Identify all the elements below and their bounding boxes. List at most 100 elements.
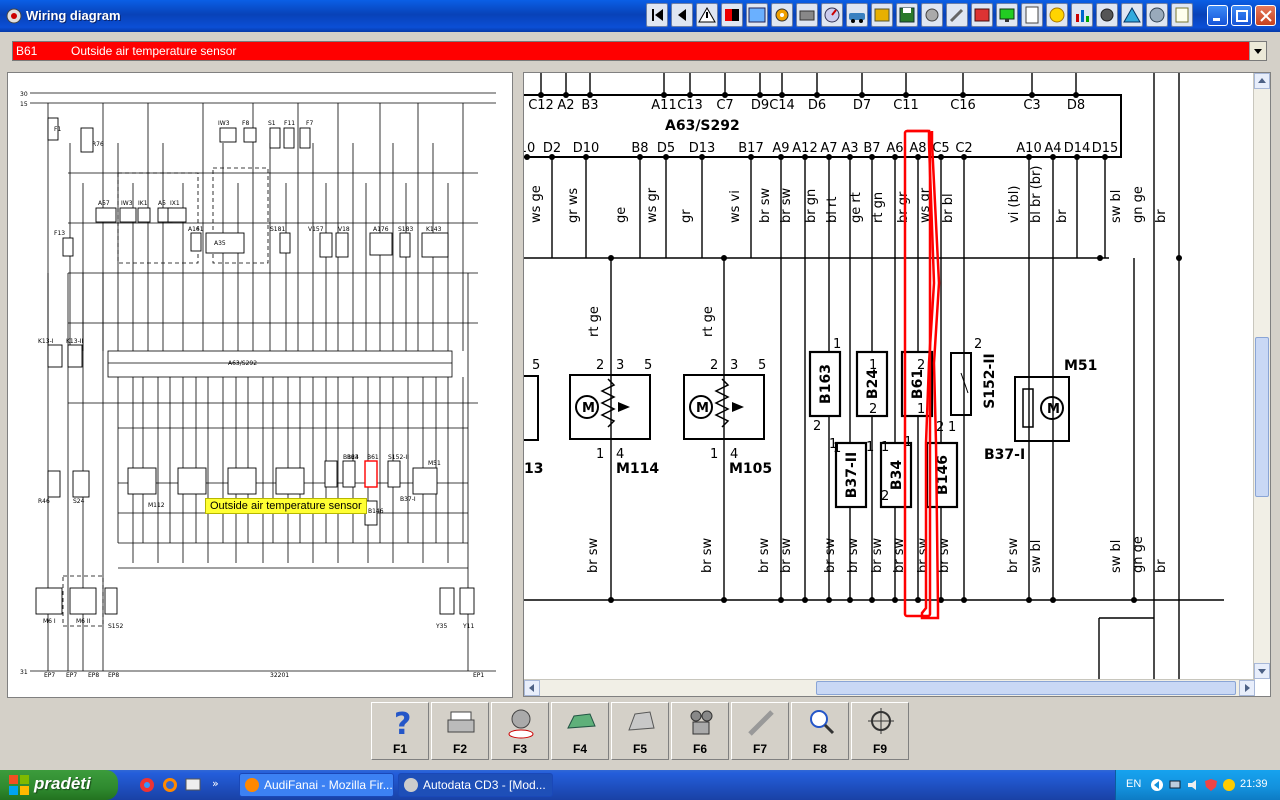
motor-m114: M M114 [569,374,659,477]
ground-dot [826,597,832,603]
bottom-pin-label: C2 [955,141,972,156]
overview-diagram-panel[interactable]: 30 15 31 F1 R76 F13 A57 IW3 IK1 A5 IX1 A161 A35 IW3 F8… [7,72,513,698]
overview-component-box [219,127,237,143]
overview-component-box [119,207,137,223]
security-shield-icon[interactable] [1204,778,1218,792]
overview-label: S24 [73,498,85,505]
overview-wiring-diagram[interactable]: 30 15 31 F1 R76 F13 A57 IW3 IK1 A5 IX1 A161 A35 IW3 F8… [8,73,512,697]
overview-label: S152-II [388,454,409,461]
update-icon[interactable] [1222,778,1236,792]
show-desktop-icon[interactable] [185,777,201,793]
overview-label: IK1 [138,200,148,207]
save-icon[interactable] [896,3,918,27]
pin-number: 1 [829,437,837,452]
warning-icon[interactable] [696,3,718,27]
overview-component-box [399,232,411,258]
pin-number: 2 [869,402,877,417]
overview-component-box [47,470,61,498]
overview-component-box [69,587,97,615]
lower-wire-color: br sw [757,537,772,573]
ground-dot [847,597,853,603]
first-page-button[interactable] [646,3,668,27]
clock: 21:39 [1240,778,1268,790]
bottom-pin-label: D10 [573,141,600,156]
scroll-up-button[interactable] [1254,73,1270,89]
bottom-pin-label: 10 [524,141,535,156]
f8-search-button[interactable]: F8 [791,702,849,760]
language-indicator[interactable]: EN [1126,778,1141,790]
tray-expand-icon[interactable] [1150,778,1164,792]
f3-ac-button[interactable]: F3 [491,702,549,760]
scroll-down-button[interactable] [1254,663,1270,679]
wrench-icon[interactable] [946,3,968,27]
scroll-right-button[interactable] [1239,680,1255,696]
detail-wiring-diagram[interactable]: MM114MM105B163 B24 B61B37-II B34 B146S152-II… [524,73,1255,679]
minimize-button[interactable] [1207,5,1228,26]
rail-label: 15 [20,101,28,108]
previous-page-button[interactable] [671,3,693,27]
pin-number: 1 [948,420,956,435]
camera-icon[interactable] [1096,3,1118,27]
network-icon[interactable] [1168,778,1182,792]
firefox-quicklaunch-icon[interactable] [162,777,178,793]
maximize-button[interactable] [1231,5,1252,26]
monitor-icon[interactable] [996,3,1018,27]
f2-print-button[interactable]: F2 [431,702,489,760]
horizontal-scroll-thumb[interactable] [816,681,1236,695]
taskbar-item-firefox[interactable]: AudiFanai - Mozilla Fir... [239,773,394,797]
junction-dot [721,255,727,261]
pin-number: 1 [869,358,877,373]
horizontal-scrollbar[interactable] [524,679,1255,696]
f1-help-button[interactable]: ? F1 [371,702,429,760]
overview-component-box [364,460,378,488]
component-select[interactable]: B61 Outside air temperature sensor [12,41,1267,61]
quicklaunch-more-icon[interactable]: » [212,776,222,790]
overview-label: B37-I [400,496,416,503]
overview-component-box [412,467,438,495]
engine-icon[interactable] [796,3,818,27]
chrome-quicklaunch-icon[interactable] [139,777,155,793]
overview-label: Y11 [462,623,474,630]
settings-gear-icon[interactable] [771,3,793,27]
window-title: Wiring diagram [26,8,121,23]
volume-icon[interactable] [1186,778,1200,792]
service-icon[interactable] [971,3,993,27]
overview-label: R46 [38,498,50,505]
lower-wire-color: br sw [1006,537,1021,573]
top-pin-label: D9 [751,98,769,113]
f6-components-button[interactable]: F6 [671,702,729,760]
firefox-icon [245,778,259,792]
f4-engine-bay-button[interactable]: F4 [551,702,609,760]
module-label: A63/S292 [665,118,740,134]
sensor-label: B34 [889,460,905,490]
detail-diagram-panel[interactable]: M M114 M M105 B163 B24 B61 B37-II B34 B146 S152-II… [523,72,1271,697]
tools-icon[interactable] [871,3,893,27]
component-location-icon[interactable] [921,3,943,27]
scroll-left-button[interactable] [524,680,540,696]
vertical-scrollbar[interactable] [1253,73,1270,679]
diagram-view-button[interactable] [746,3,768,27]
pin-number: 2 [813,419,821,434]
component-code: B61 [16,44,38,58]
info-icon[interactable] [1171,3,1193,27]
gauge-icon[interactable] [821,3,843,27]
f5-interior-button[interactable]: F5 [611,702,669,760]
junction-dot [1097,255,1103,261]
overview-label: F1 [54,126,61,133]
f9-locate-button[interactable]: F9 [851,702,909,760]
pin-number: 2 [936,420,944,435]
tire-icon[interactable] [1146,3,1168,27]
chart-icon[interactable] [1071,3,1093,27]
color-key-button[interactable] [721,3,743,27]
start-button[interactable]: pradėti [0,770,118,800]
taskbar-item-autodata[interactable]: Autodata CD3 - [Mod... [398,773,553,797]
vehicle-icon[interactable] [846,3,868,27]
f7-probe-button[interactable]: F7 [731,702,789,760]
hazard-icon[interactable] [1121,3,1143,27]
close-button[interactable] [1255,5,1276,26]
document-icon[interactable] [1021,3,1043,27]
lower-wire-color: br [1154,559,1169,573]
help-face-icon[interactable] [1046,3,1068,27]
dropdown-arrow-icon[interactable] [1249,42,1266,60]
vertical-scroll-thumb[interactable] [1255,337,1269,497]
